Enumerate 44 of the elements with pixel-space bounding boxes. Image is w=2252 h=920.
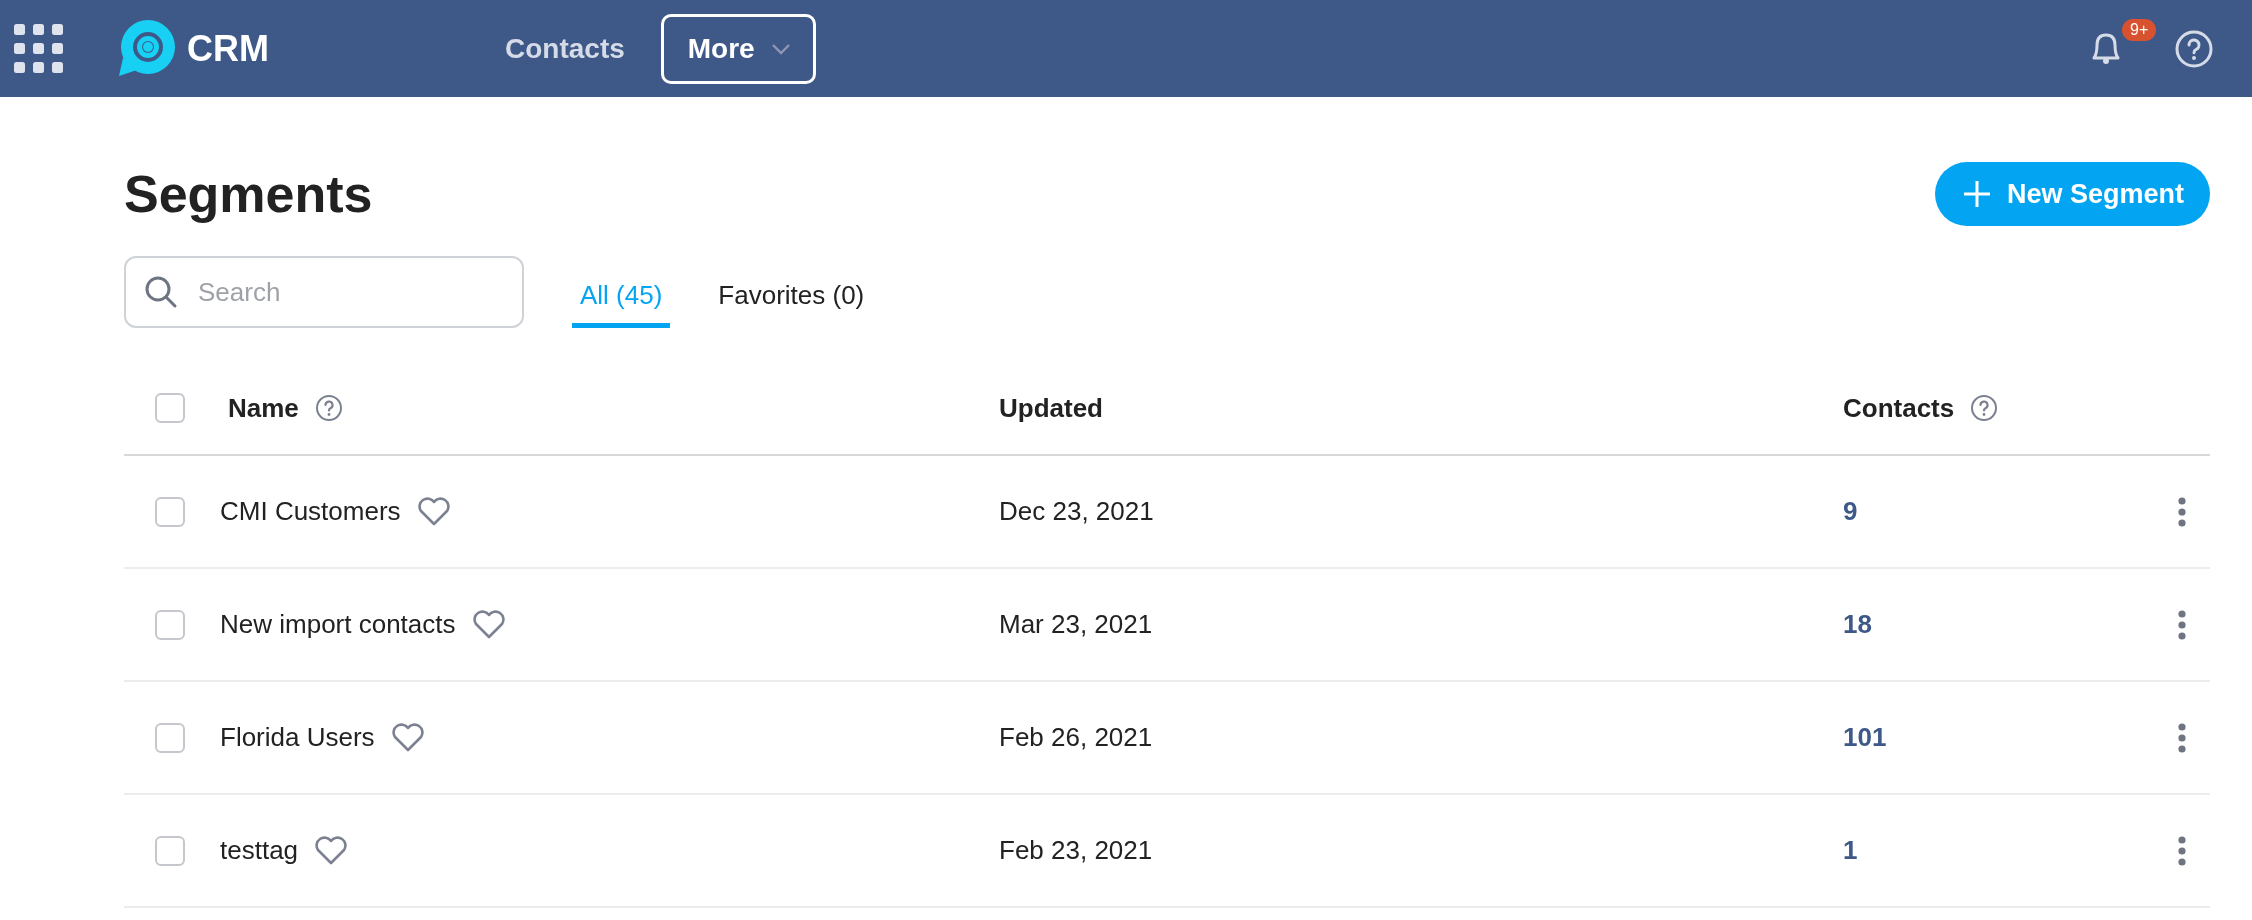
- chevron-down-icon: [770, 42, 791, 55]
- tab[interactable]: Favorites (0): [710, 268, 873, 328]
- updated-date: Feb 26, 2021: [999, 722, 1153, 752]
- segment-name[interactable]: CMI Customers: [220, 496, 401, 527]
- column-header[interactable]: Contacts: [1843, 392, 1955, 424]
- updated-date: Feb 23, 2021: [999, 835, 1153, 865]
- notification-badge: 9+: [2122, 18, 2157, 41]
- more-options-icon[interactable]: [2177, 608, 2187, 641]
- column-header[interactable]: Name: [228, 392, 299, 424]
- column-header[interactable]: Updated: [999, 392, 1103, 424]
- contacts-count[interactable]: 1: [1843, 835, 1858, 865]
- help-icon[interactable]: [2174, 28, 2214, 69]
- heart-icon[interactable]: [416, 496, 451, 527]
- help-icon[interactable]: [1970, 394, 1999, 422]
- plus-icon: [1962, 180, 1991, 208]
- updated-date: Mar 23, 2021: [999, 609, 1153, 639]
- app-name: CRM: [187, 27, 269, 70]
- search-field[interactable]: Search: [124, 256, 524, 328]
- bell-icon[interactable]: [2092, 32, 2120, 65]
- contacts-count[interactable]: 101: [1843, 722, 1887, 752]
- segment-name[interactable]: Florida Users: [220, 722, 375, 753]
- checkbox[interactable]: [155, 722, 185, 753]
- app-grid-icon[interactable]: [14, 24, 63, 73]
- heart-icon[interactable]: [390, 722, 425, 753]
- more-options-icon[interactable]: [2177, 495, 2187, 528]
- segment-name[interactable]: New import contacts: [220, 609, 456, 640]
- segment-name[interactable]: testtag: [220, 835, 299, 866]
- contacts-count[interactable]: 18: [1843, 609, 1872, 639]
- help-icon[interactable]: [314, 394, 343, 422]
- checkbox[interactable]: [155, 609, 185, 640]
- checkbox[interactable]: [155, 393, 185, 423]
- heart-icon[interactable]: [471, 609, 506, 640]
- search-icon: [144, 275, 178, 309]
- checkbox[interactable]: [155, 496, 185, 527]
- checkbox[interactable]: [155, 835, 185, 866]
- more-options-icon[interactable]: [2177, 721, 2187, 754]
- updated-date: Dec 23, 2021: [999, 496, 1154, 526]
- more-dropdown[interactable]: More: [660, 13, 816, 84]
- contacts-count[interactable]: 9: [1843, 496, 1858, 526]
- page-title: Segments: [124, 164, 373, 224]
- nav-link[interactable]: Contacts: [505, 32, 625, 65]
- heart-icon[interactable]: [314, 835, 349, 866]
- more-options-icon[interactable]: [2177, 834, 2187, 867]
- logo-icon: [117, 19, 175, 78]
